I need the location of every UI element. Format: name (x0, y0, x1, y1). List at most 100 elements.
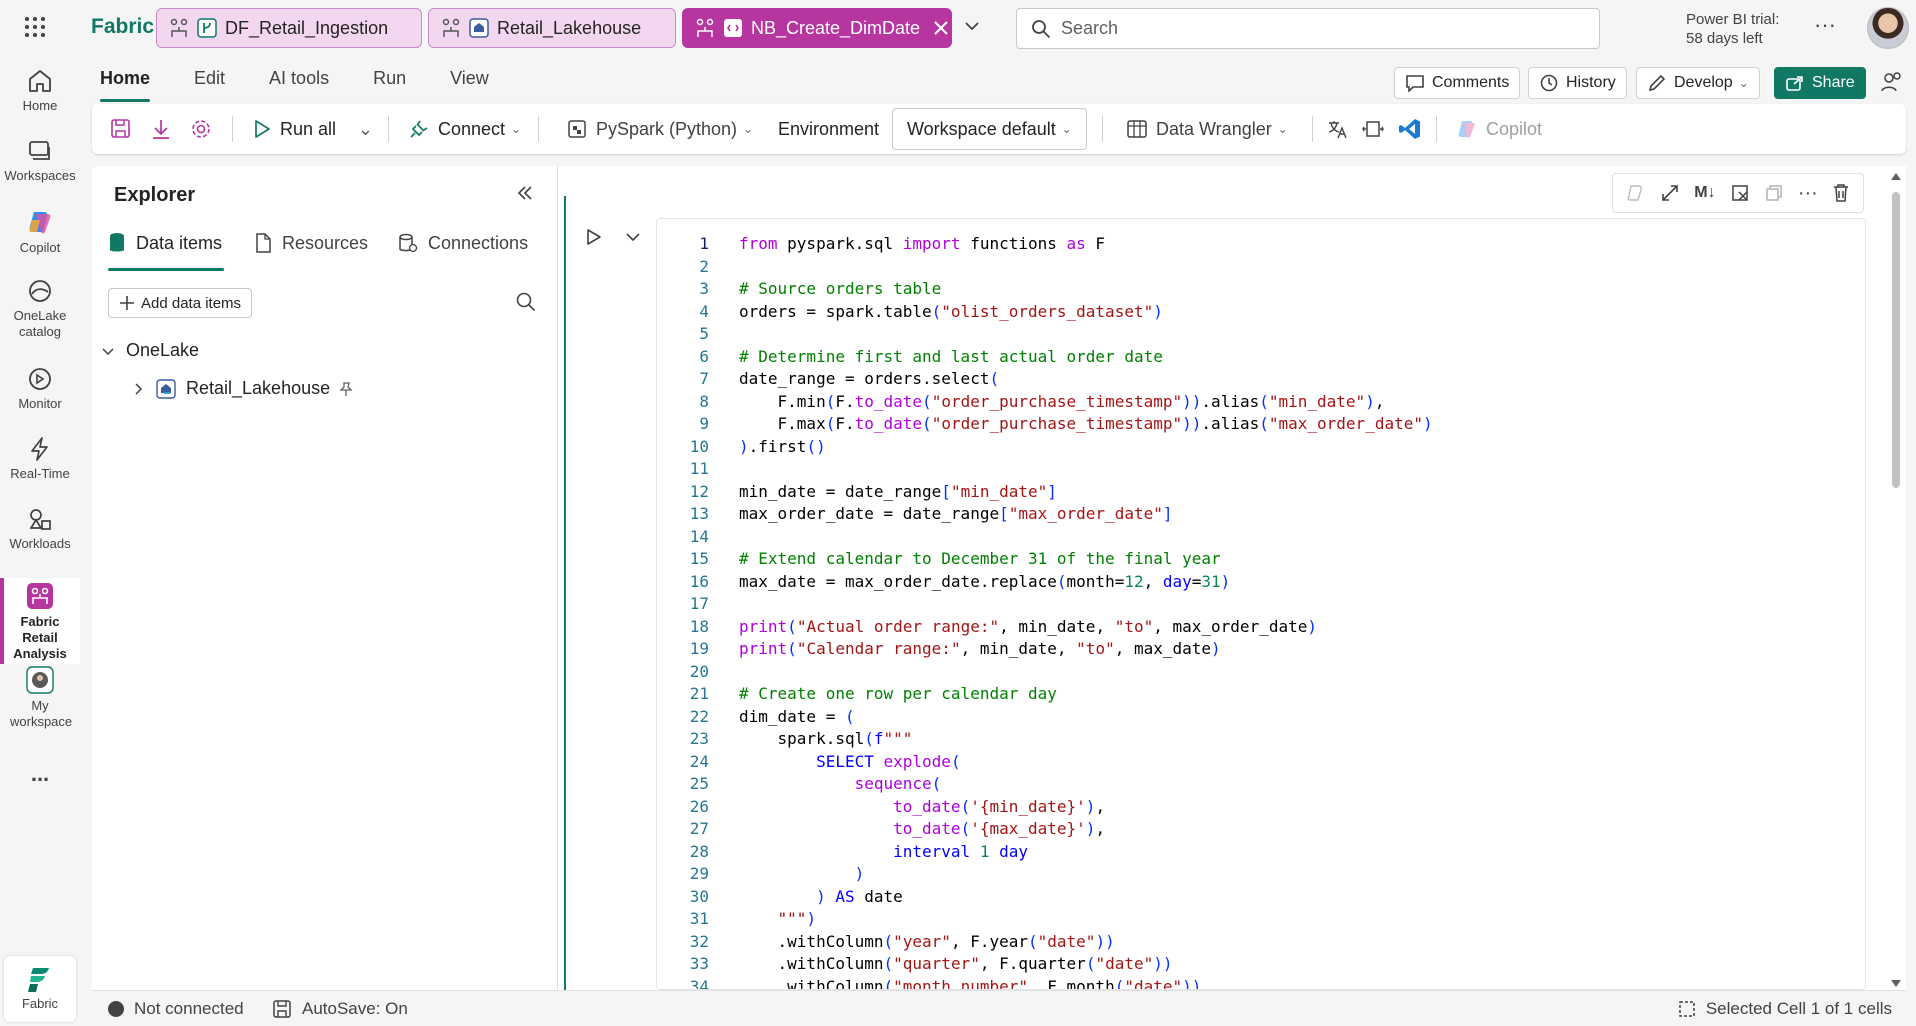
rail-bottom-label: Fabric (21, 996, 59, 1011)
close-icon[interactable] (934, 21, 948, 35)
code-text: from pyspark.sql import functions as F (739, 234, 1106, 253)
code-text: to_date('{max_date}'), (893, 819, 1106, 838)
code-line: 27 to_date('{max_date}'), (657, 818, 1865, 841)
trial-status[interactable]: Power BI trial: 58 days left (1686, 10, 1779, 48)
develop-button[interactable]: Develop ⌄ (1636, 67, 1760, 99)
tabs-overflow-chevron-icon[interactable] (964, 18, 980, 34)
rail-copilot[interactable]: Copilot (0, 208, 80, 256)
code-text: sequence( (854, 774, 942, 793)
tab-retail-lakehouse[interactable]: Retail_Lakehouse (428, 8, 676, 48)
history-button[interactable]: History (1528, 67, 1627, 99)
pane-resize-handle[interactable] (558, 166, 568, 990)
scrollbar-thumb[interactable] (1892, 192, 1900, 488)
fabric-experience-switcher[interactable]: Fabric (4, 956, 76, 1022)
line-number: 30 (689, 886, 709, 906)
rail-fabric-retail-analysis[interactable]: Fabric Retail Analysis (0, 578, 80, 664)
more-options-icon[interactable]: ··· (1814, 12, 1836, 38)
scroll-up-icon[interactable] (1891, 172, 1901, 180)
scroll-down-icon[interactable] (1891, 980, 1901, 988)
tab-connections[interactable]: Connections (398, 222, 528, 264)
rail-label: Fabric Retail Analysis (13, 614, 67, 661)
rail-label: Real-Time (10, 466, 70, 481)
rail-real-time[interactable]: Real-Time (0, 436, 80, 482)
more-icon[interactable]: ... (0, 763, 80, 785)
data-wrangler-button[interactable]: Data Wrangler ⌄ (1126, 104, 1288, 154)
run-all-dropdown-chevron-icon[interactable]: ⌄ (358, 104, 373, 154)
collaborators-icon[interactable] (1880, 70, 1904, 94)
copilot-button[interactable]: Copilot (1456, 104, 1542, 154)
rail-workspaces[interactable]: Workspaces (0, 138, 80, 184)
rail-my-workspace[interactable]: My workspace (0, 666, 80, 730)
code-text: date_range = orders.select( (739, 369, 1000, 388)
tab-data-items[interactable]: Data items (108, 222, 222, 264)
chevron-down-icon[interactable] (622, 226, 644, 248)
line-number: 2 (699, 256, 709, 276)
tab-run[interactable]: Run (365, 62, 414, 102)
brand-name[interactable]: Fabric (91, 15, 154, 39)
tab-home[interactable]: Home (92, 62, 158, 102)
run-all-button[interactable]: Run all (252, 104, 336, 154)
connection-status[interactable]: Not connected (108, 999, 244, 1019)
code-text: # Determine first and last actual order … (739, 346, 1163, 366)
code-text: # Source orders table (739, 279, 942, 298)
code-text: orders = spark.table("olist_orders_datas… (739, 301, 1163, 321)
code-line: 5 (657, 323, 1865, 346)
rail-home[interactable]: Home (0, 68, 80, 114)
tab-view[interactable]: View (442, 62, 497, 102)
add-data-items-button[interactable]: Add data items (108, 288, 253, 318)
develop-label: Develop (1674, 74, 1733, 91)
fit-width-icon[interactable] (1362, 104, 1392, 154)
line-number: 16 (689, 571, 709, 591)
workspace-default-dropdown[interactable]: Workspace default ⌄ (892, 108, 1087, 150)
code-text: min_date = date_range["min_date"] (739, 481, 1057, 501)
language-selector[interactable]: PySpark (Python) ⌄ (566, 104, 753, 154)
line-number: 13 (689, 504, 709, 523)
vertical-scrollbar[interactable] (1890, 172, 1902, 988)
my-workspace-icon (0, 666, 80, 694)
code-line: 32 .withColumn("year", F.year("date")) (657, 931, 1865, 954)
clear-output-icon[interactable] (1730, 183, 1750, 203)
tab-ai-tools[interactable]: AI tools (261, 62, 337, 102)
autosave-status[interactable]: AutoSave: On (272, 999, 408, 1019)
delete-icon[interactable] (1832, 183, 1850, 203)
avatar[interactable] (1867, 7, 1909, 49)
tree-node-retail-lakehouse[interactable]: Retail_Lakehouse (132, 378, 354, 399)
code-text: max_date = max_order_date.replace(month=… (739, 571, 1231, 591)
connect-button[interactable]: Connect ⌄ (408, 104, 521, 154)
tree-node-onelake[interactable]: OneLake (102, 340, 199, 361)
autosave-label: AutoSave: On (302, 999, 408, 1018)
code-line: 18 print("Actual order range:", min_date,… (657, 616, 1865, 639)
rail-monitor[interactable]: Monitor (0, 366, 80, 412)
search-icon[interactable] (516, 292, 536, 312)
rail-onelake-catalog[interactable]: OneLake catalog (0, 278, 80, 340)
code-line: 6 # Determine first and last actual order… (657, 346, 1865, 369)
settings-gear-icon[interactable] (190, 104, 220, 154)
code-text: print("Calendar range:", min_date, "to",… (739, 639, 1221, 658)
expand-icon[interactable] (1660, 183, 1680, 203)
code-editor[interactable]: 1 from pyspark.sql import functions as F 2… (656, 218, 1866, 990)
copy-cell-icon[interactable] (1764, 183, 1784, 203)
explorer-title: Explorer (114, 184, 196, 206)
save-icon[interactable] (110, 104, 140, 154)
markdown-toggle[interactable]: M↓ (1694, 184, 1715, 202)
pin-icon[interactable] (338, 381, 354, 397)
run-cell-button[interactable] (582, 226, 604, 248)
more-options-icon[interactable]: ··· (1798, 182, 1818, 205)
rail-workloads[interactable]: Workloads (0, 506, 80, 552)
search-input[interactable]: Search (1016, 8, 1600, 49)
tab-edit[interactable]: Edit (186, 62, 233, 102)
search-icon (1031, 19, 1051, 39)
share-button[interactable]: Share (1774, 67, 1866, 99)
code-line: 25 sequence( (657, 773, 1865, 796)
download-icon[interactable] (150, 104, 180, 154)
collapse-pane-icon[interactable] (516, 184, 534, 202)
tab-resources[interactable]: Resources (254, 222, 368, 264)
vscode-icon[interactable] (1398, 104, 1430, 154)
tab-df-retail-ingestion[interactable]: DF_Retail_Ingestion (156, 8, 422, 48)
tab-nb-create-dimdate[interactable]: NB_Create_DimDate (682, 8, 952, 48)
app-launcher-icon[interactable] (24, 16, 56, 42)
translate-icon[interactable] (1326, 104, 1356, 154)
copilot-cell-icon[interactable] (1626, 183, 1646, 203)
comments-button[interactable]: Comments (1394, 67, 1521, 99)
